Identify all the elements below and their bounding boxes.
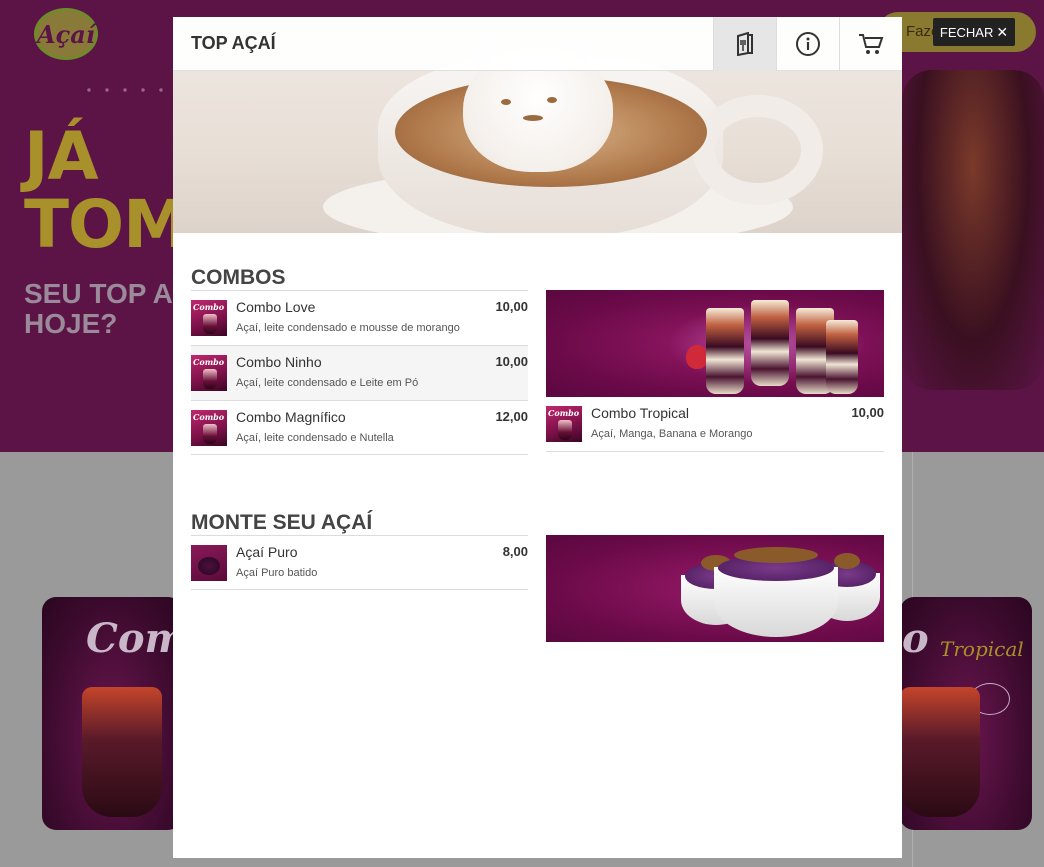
promo-cup-image — [900, 687, 980, 817]
item-description: Açaí, Manga, Banana e Morango — [591, 428, 753, 440]
brand-logo: Açaí — [34, 8, 98, 60]
item-price: 10,00 — [495, 354, 528, 369]
thumbnail-label: Combo — [193, 302, 225, 312]
modal-header: TOP AÇAÍ — [173, 17, 902, 71]
menu-tab-button[interactable] — [713, 17, 776, 71]
banner-parfait — [826, 320, 858, 394]
item-name: Combo Magnífico — [236, 409, 346, 425]
thumbnail-label: Combo — [548, 408, 580, 418]
item-description: Açaí, leite condensado e Nutella — [236, 432, 394, 444]
cart-button[interactable] — [839, 17, 902, 71]
item-name: Combo Ninho — [236, 354, 322, 370]
item-thumbnail — [191, 545, 227, 581]
item-price: 10,00 — [495, 299, 528, 314]
promo-banner-right: bo Tropical — [900, 597, 1032, 830]
item-name: Combo Tropical — [591, 405, 690, 421]
item-price: 8,00 — [502, 544, 528, 559]
menu-modal: TOP AÇAÍ COMBOS Combo Combo Love Açaí, l… — [173, 17, 902, 858]
promo-cup-image — [82, 687, 162, 817]
product-shape — [203, 314, 217, 334]
menu-item[interactable]: Combo Combo Love Açaí, leite condensado … — [191, 290, 528, 345]
menu-item[interactable]: Combo Combo Ninho Açaí, leite condensado… — [191, 345, 528, 400]
combo-tropical-banner[interactable] — [546, 290, 884, 397]
item-description: Açaí Puro batido — [236, 567, 318, 579]
info-icon — [796, 31, 820, 56]
hero-product-image — [902, 70, 1044, 390]
hero-subheading-line2: HOJE? — [24, 308, 118, 339]
product-shape — [203, 424, 217, 444]
promo-banner-right-title: bo — [900, 615, 929, 662]
item-thumbnail: Combo — [191, 410, 227, 446]
item-name: Combo Love — [236, 299, 316, 315]
restaurant-title: TOP AÇAÍ — [191, 33, 276, 53]
thumbnail-label: Combo — [193, 412, 225, 422]
thumbnail-label: Combo — [193, 357, 225, 367]
item-description: Açaí, leite condensado e Leite em Pó — [236, 377, 419, 389]
item-thumbnail: Combo — [191, 355, 227, 391]
close-icon: ✕ — [996, 23, 1009, 40]
product-shape — [198, 557, 220, 575]
item-thumbnail: Combo — [546, 406, 582, 442]
foam-face — [495, 91, 575, 131]
combos-featured: Combo Combo Tropical Açaí, Manga, Banana… — [546, 290, 884, 452]
banner-parfait — [751, 300, 789, 386]
promo-banner-left: Combo — [42, 597, 182, 830]
item-price: 10,00 — [851, 405, 884, 420]
product-shape — [558, 420, 572, 440]
hero-heading-line1: JÁ — [24, 118, 99, 195]
item-price: 12,00 — [495, 409, 528, 424]
item-name: Açaí Puro — [236, 544, 298, 560]
cup-handle — [693, 95, 823, 205]
menu-book-icon — [737, 31, 753, 56]
combos-list: Combo Combo Love Açaí, leite condensado … — [191, 290, 528, 455]
item-thumbnail: Combo — [191, 300, 227, 336]
cart-icon — [859, 33, 884, 54]
bowl-granola — [734, 547, 818, 563]
product-shape — [203, 369, 217, 389]
banner-parfait — [706, 308, 744, 394]
info-button[interactable] — [776, 17, 839, 71]
close-button-label: FECHAR — [939, 24, 994, 40]
menu-item[interactable]: Açaí Puro Açaí Puro batido 8,00 — [191, 535, 528, 590]
hero-subheading-line1: SEU TOP A — [24, 278, 173, 309]
monte-featured — [546, 535, 884, 642]
item-description: Açaí, leite condensado e mousse de moran… — [236, 322, 460, 334]
section-title-combos: COMBOS — [191, 266, 286, 289]
banner-strawberry — [686, 345, 708, 369]
menu-item[interactable]: Combo Combo Tropical Açaí, Manga, Banana… — [546, 397, 884, 452]
menu-item[interactable]: Combo Combo Magnífico Açaí, leite conden… — [191, 400, 528, 455]
section-title-monte-seu-acai: MONTE SEU AÇAÍ — [191, 511, 373, 534]
banner-bowl — [714, 547, 838, 637]
hero-heading-line2: TOM — [24, 186, 189, 263]
close-button[interactable]: FECHAR ✕ — [933, 18, 1015, 46]
promo-banner-right-subtitle: Tropical — [940, 637, 1024, 661]
promo-banner-left-title: Combo — [86, 615, 182, 662]
monte-seu-acai-list: Açaí Puro Açaí Puro batido 8,00 — [191, 535, 528, 590]
acai-bowls-banner[interactable] — [546, 535, 884, 642]
